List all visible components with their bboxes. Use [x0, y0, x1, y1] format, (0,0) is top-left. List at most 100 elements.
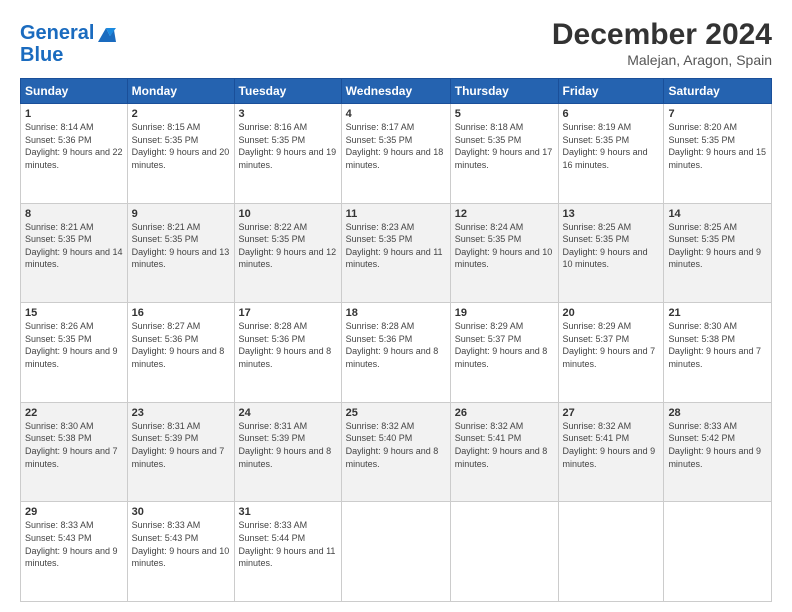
location: Malejan, Aragon, Spain [552, 52, 772, 68]
day-number: 26 [455, 407, 554, 419]
day-number: 31 [239, 506, 337, 518]
logo-bird-icon [96, 24, 118, 44]
day-number: 22 [25, 407, 123, 419]
header-sunday: Sunday [21, 79, 128, 104]
table-row [450, 502, 558, 602]
day-number: 3 [239, 108, 337, 120]
day-number: 4 [346, 108, 446, 120]
day-info: Sunrise: 8:15 AM Sunset: 5:35 PM Dayligh… [132, 121, 230, 171]
day-info: Sunrise: 8:18 AM Sunset: 5:35 PM Dayligh… [455, 121, 554, 171]
table-row: 25 Sunrise: 8:32 AM Sunset: 5:40 PM Dayl… [341, 402, 450, 502]
day-info: Sunrise: 8:28 AM Sunset: 5:36 PM Dayligh… [239, 320, 337, 370]
calendar-week-row: 22 Sunrise: 8:30 AM Sunset: 5:38 PM Dayl… [21, 402, 772, 502]
day-number: 17 [239, 307, 337, 319]
day-number: 24 [239, 407, 337, 419]
table-row: 16 Sunrise: 8:27 AM Sunset: 5:36 PM Dayl… [127, 303, 234, 403]
calendar-week-row: 29 Sunrise: 8:33 AM Sunset: 5:43 PM Dayl… [21, 502, 772, 602]
day-info: Sunrise: 8:21 AM Sunset: 5:35 PM Dayligh… [25, 221, 123, 271]
table-row [341, 502, 450, 602]
day-info: Sunrise: 8:31 AM Sunset: 5:39 PM Dayligh… [239, 420, 337, 470]
header-wednesday: Wednesday [341, 79, 450, 104]
day-number: 21 [668, 307, 767, 319]
day-number: 8 [25, 208, 123, 220]
table-row [664, 502, 772, 602]
table-row: 31 Sunrise: 8:33 AM Sunset: 5:44 PM Dayl… [234, 502, 341, 602]
day-number: 2 [132, 108, 230, 120]
table-row: 23 Sunrise: 8:31 AM Sunset: 5:39 PM Dayl… [127, 402, 234, 502]
header-friday: Friday [558, 79, 664, 104]
calendar-week-row: 15 Sunrise: 8:26 AM Sunset: 5:35 PM Dayl… [21, 303, 772, 403]
day-number: 18 [346, 307, 446, 319]
table-row: 19 Sunrise: 8:29 AM Sunset: 5:37 PM Dayl… [450, 303, 558, 403]
table-row: 1 Sunrise: 8:14 AM Sunset: 5:36 PM Dayli… [21, 104, 128, 204]
table-row: 18 Sunrise: 8:28 AM Sunset: 5:36 PM Dayl… [341, 303, 450, 403]
day-info: Sunrise: 8:29 AM Sunset: 5:37 PM Dayligh… [455, 320, 554, 370]
table-row: 29 Sunrise: 8:33 AM Sunset: 5:43 PM Dayl… [21, 502, 128, 602]
logo: General Blue [20, 22, 118, 66]
day-info: Sunrise: 8:17 AM Sunset: 5:35 PM Dayligh… [346, 121, 446, 171]
day-number: 23 [132, 407, 230, 419]
day-number: 16 [132, 307, 230, 319]
table-row [558, 502, 664, 602]
day-number: 29 [25, 506, 123, 518]
day-number: 14 [668, 208, 767, 220]
table-row: 4 Sunrise: 8:17 AM Sunset: 5:35 PM Dayli… [341, 104, 450, 204]
table-row: 15 Sunrise: 8:26 AM Sunset: 5:35 PM Dayl… [21, 303, 128, 403]
day-info: Sunrise: 8:25 AM Sunset: 5:35 PM Dayligh… [668, 221, 767, 271]
calendar-table: Sunday Monday Tuesday Wednesday Thursday… [20, 78, 772, 602]
day-info: Sunrise: 8:32 AM Sunset: 5:41 PM Dayligh… [455, 420, 554, 470]
day-number: 11 [346, 208, 446, 220]
month-title: December 2024 [552, 18, 772, 52]
day-info: Sunrise: 8:22 AM Sunset: 5:35 PM Dayligh… [239, 221, 337, 271]
table-row: 26 Sunrise: 8:32 AM Sunset: 5:41 PM Dayl… [450, 402, 558, 502]
table-row: 8 Sunrise: 8:21 AM Sunset: 5:35 PM Dayli… [21, 203, 128, 303]
day-info: Sunrise: 8:27 AM Sunset: 5:36 PM Dayligh… [132, 320, 230, 370]
calendar-week-row: 1 Sunrise: 8:14 AM Sunset: 5:36 PM Dayli… [21, 104, 772, 204]
day-info: Sunrise: 8:25 AM Sunset: 5:35 PM Dayligh… [563, 221, 660, 271]
day-info: Sunrise: 8:14 AM Sunset: 5:36 PM Dayligh… [25, 121, 123, 171]
table-row: 5 Sunrise: 8:18 AM Sunset: 5:35 PM Dayli… [450, 104, 558, 204]
table-row: 11 Sunrise: 8:23 AM Sunset: 5:35 PM Dayl… [341, 203, 450, 303]
table-row: 14 Sunrise: 8:25 AM Sunset: 5:35 PM Dayl… [664, 203, 772, 303]
day-number: 25 [346, 407, 446, 419]
day-number: 13 [563, 208, 660, 220]
logo-general: General [20, 22, 94, 44]
day-info: Sunrise: 8:28 AM Sunset: 5:36 PM Dayligh… [346, 320, 446, 370]
header-saturday: Saturday [664, 79, 772, 104]
calendar-header-row: Sunday Monday Tuesday Wednesday Thursday… [21, 79, 772, 104]
day-info: Sunrise: 8:24 AM Sunset: 5:35 PM Dayligh… [455, 221, 554, 271]
table-row: 10 Sunrise: 8:22 AM Sunset: 5:35 PM Dayl… [234, 203, 341, 303]
table-row: 28 Sunrise: 8:33 AM Sunset: 5:42 PM Dayl… [664, 402, 772, 502]
table-row: 9 Sunrise: 8:21 AM Sunset: 5:35 PM Dayli… [127, 203, 234, 303]
day-info: Sunrise: 8:33 AM Sunset: 5:43 PM Dayligh… [25, 519, 123, 569]
day-info: Sunrise: 8:32 AM Sunset: 5:40 PM Dayligh… [346, 420, 446, 470]
logo-text: General [20, 22, 118, 44]
header-monday: Monday [127, 79, 234, 104]
table-row: 20 Sunrise: 8:29 AM Sunset: 5:37 PM Dayl… [558, 303, 664, 403]
table-row: 21 Sunrise: 8:30 AM Sunset: 5:38 PM Dayl… [664, 303, 772, 403]
table-row: 12 Sunrise: 8:24 AM Sunset: 5:35 PM Dayl… [450, 203, 558, 303]
header-tuesday: Tuesday [234, 79, 341, 104]
day-info: Sunrise: 8:31 AM Sunset: 5:39 PM Dayligh… [132, 420, 230, 470]
day-number: 10 [239, 208, 337, 220]
day-info: Sunrise: 8:33 AM Sunset: 5:42 PM Dayligh… [668, 420, 767, 470]
day-number: 19 [455, 307, 554, 319]
day-info: Sunrise: 8:21 AM Sunset: 5:35 PM Dayligh… [132, 221, 230, 271]
day-number: 1 [25, 108, 123, 120]
logo-blue: Blue [20, 44, 118, 66]
day-info: Sunrise: 8:26 AM Sunset: 5:35 PM Dayligh… [25, 320, 123, 370]
day-info: Sunrise: 8:16 AM Sunset: 5:35 PM Dayligh… [239, 121, 337, 171]
header: General Blue December 2024 Malejan, Arag… [20, 18, 772, 68]
table-row: 13 Sunrise: 8:25 AM Sunset: 5:35 PM Dayl… [558, 203, 664, 303]
table-row: 17 Sunrise: 8:28 AM Sunset: 5:36 PM Dayl… [234, 303, 341, 403]
day-info: Sunrise: 8:33 AM Sunset: 5:43 PM Dayligh… [132, 519, 230, 569]
day-info: Sunrise: 8:19 AM Sunset: 5:35 PM Dayligh… [563, 121, 660, 171]
page: General Blue December 2024 Malejan, Arag… [0, 0, 792, 612]
table-row: 27 Sunrise: 8:32 AM Sunset: 5:41 PM Dayl… [558, 402, 664, 502]
table-row: 22 Sunrise: 8:30 AM Sunset: 5:38 PM Dayl… [21, 402, 128, 502]
day-info: Sunrise: 8:20 AM Sunset: 5:35 PM Dayligh… [668, 121, 767, 171]
day-info: Sunrise: 8:30 AM Sunset: 5:38 PM Dayligh… [25, 420, 123, 470]
day-info: Sunrise: 8:30 AM Sunset: 5:38 PM Dayligh… [668, 320, 767, 370]
title-block: December 2024 Malejan, Aragon, Spain [552, 18, 772, 68]
day-number: 5 [455, 108, 554, 120]
